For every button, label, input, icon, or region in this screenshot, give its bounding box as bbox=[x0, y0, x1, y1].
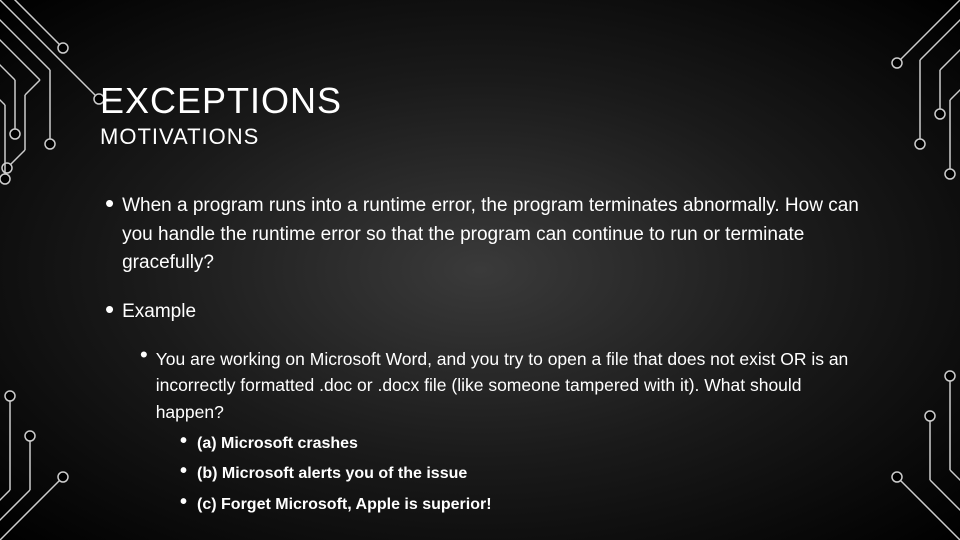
bullet-text: (a) Microsoft crashes bbox=[197, 433, 358, 455]
bullet-level3: • (a) Microsoft crashes bbox=[180, 433, 870, 455]
bullet-icon: • bbox=[105, 190, 114, 216]
bullet-text: You are working on Microsoft Word, and y… bbox=[156, 346, 870, 425]
bullet-text: (c) Forget Microsoft, Apple is superior! bbox=[197, 494, 492, 516]
bullet-level3: • (c) Forget Microsoft, Apple is superio… bbox=[180, 494, 870, 516]
bullet-text: When a program runs into a runtime error… bbox=[122, 192, 870, 278]
slide-content: EXCEPTIONS MOTIVATIONS • When a program … bbox=[0, 0, 960, 516]
bullet-icon: • bbox=[180, 461, 187, 481]
bullet-level1: • When a program runs into a runtime err… bbox=[100, 192, 870, 278]
slide-title: EXCEPTIONS bbox=[100, 80, 870, 122]
bullet-text: (b) Microsoft alerts you of the issue bbox=[197, 463, 467, 485]
bullet-icon: • bbox=[180, 431, 187, 451]
bullet-level1: • Example bbox=[100, 298, 870, 327]
bullet-icon: • bbox=[180, 492, 187, 512]
bullet-icon: • bbox=[140, 344, 148, 366]
slide-subtitle: MOTIVATIONS bbox=[100, 124, 870, 150]
bullet-text: Example bbox=[122, 298, 196, 327]
bullet-level3: • (b) Microsoft alerts you of the issue bbox=[180, 463, 870, 485]
bullet-icon: • bbox=[105, 296, 114, 322]
bullet-level2: • You are working on Microsoft Word, and… bbox=[140, 346, 870, 425]
